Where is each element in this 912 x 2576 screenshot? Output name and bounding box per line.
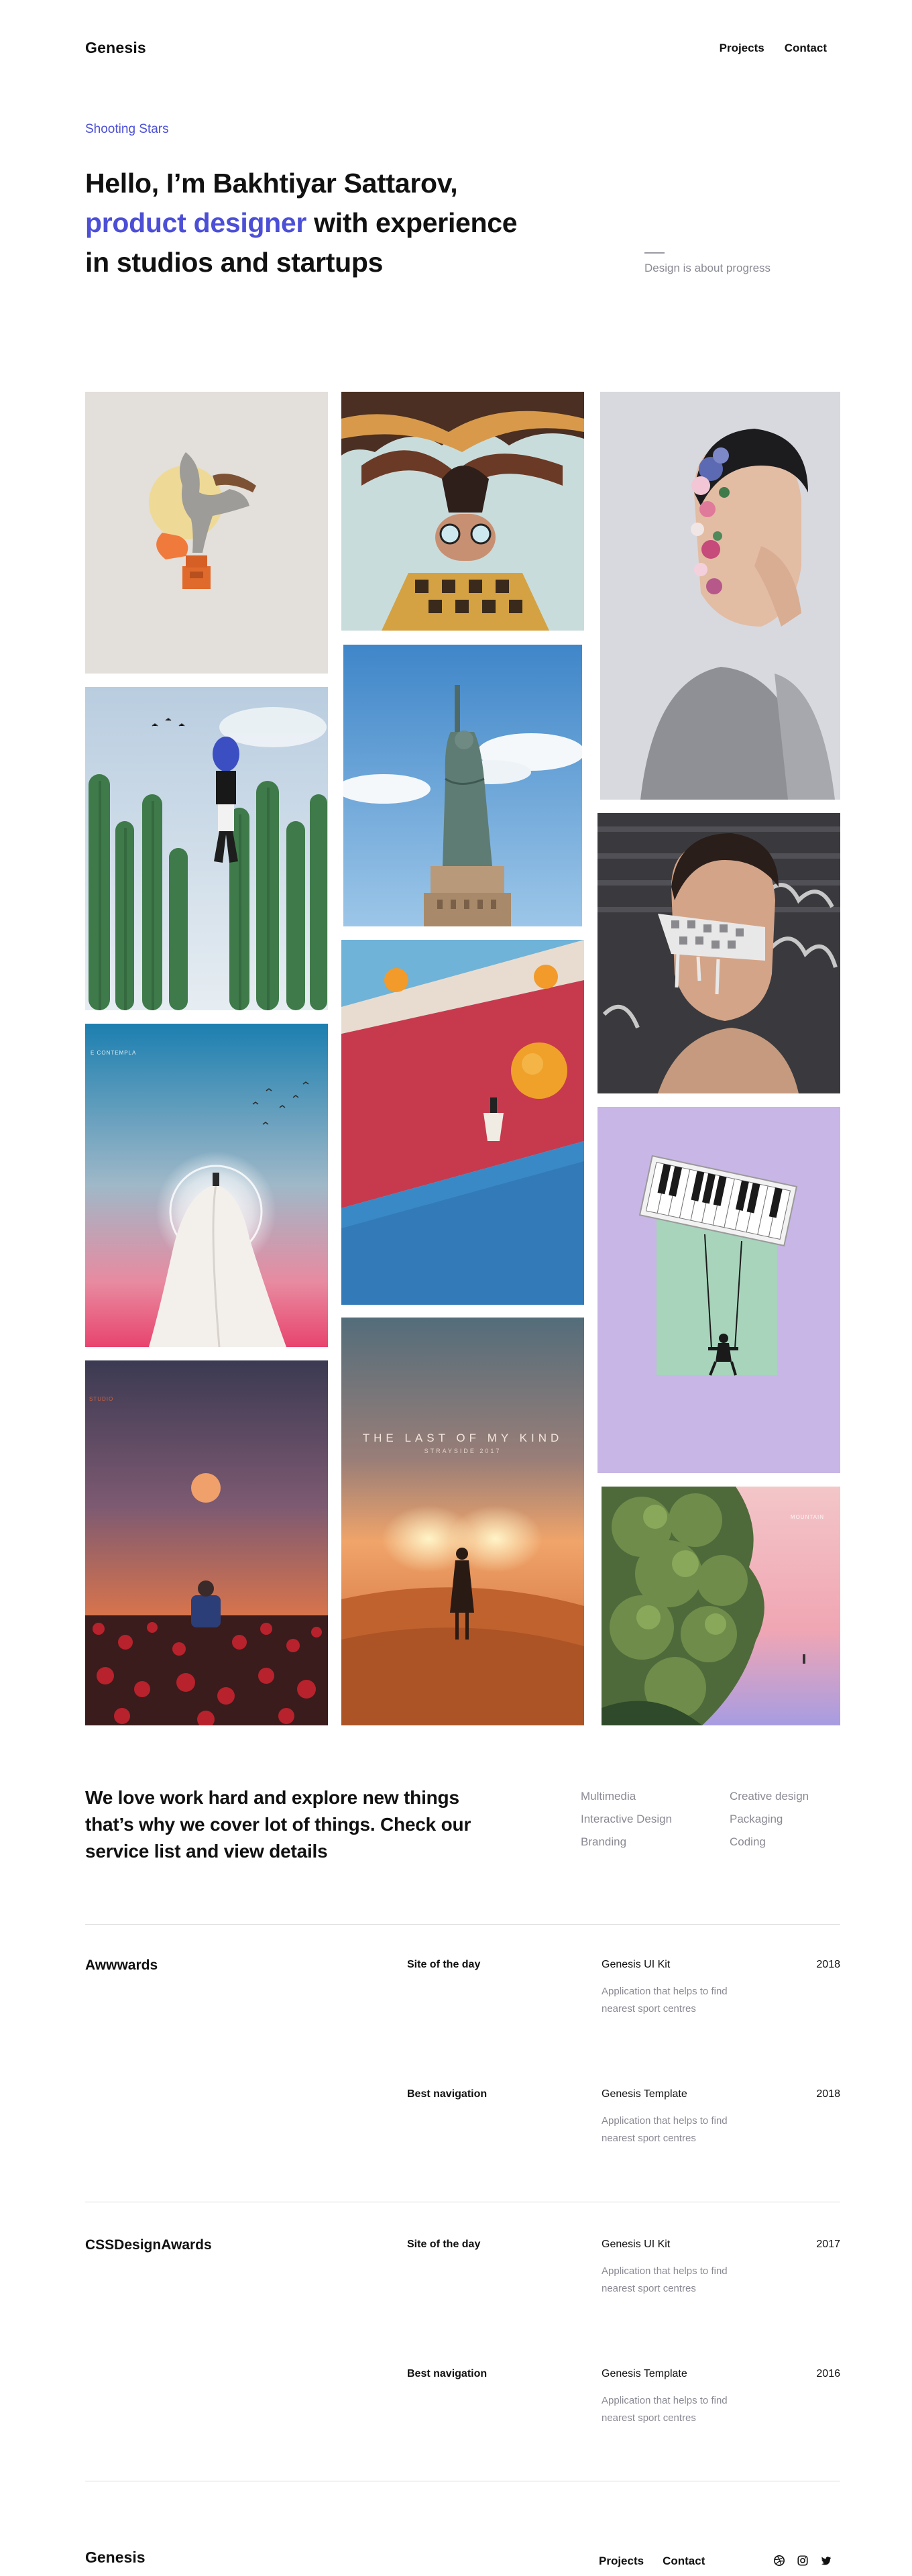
site-header: Genesis Projects Contact [0,0,912,94]
project-tile-tree-island[interactable]: MOUNTAIN [602,1487,840,1725]
project-tile-ghost[interactable]: E CONTEMPLA [85,1024,328,1347]
award-project[interactable]: Genesis Template [602,2088,687,2100]
twitter-icon[interactable] [819,2553,834,2568]
hero-title-rest: with experience [306,207,518,238]
tagline-rule [644,252,665,254]
divider [85,1924,840,1925]
award-category: Site of the day [407,2239,481,2250]
award-org-awwwards: Awwwards [85,1957,158,1973]
project-tile-flowers-face[interactable] [600,392,840,800]
service-item-branding[interactable]: Branding [581,1834,730,1850]
project-gallery: E CONTEMPLA STUDIO THE LAST OF MY KIND S… [85,392,840,1733]
award-project[interactable]: Genesis UI Kit [602,2239,670,2251]
services-list: Multimedia Creative design Interactive D… [581,1788,864,1850]
project-tile-cactus[interactable] [85,687,328,1010]
award-entry: Best navigation Genesis Template Applica… [407,2088,840,2144]
award-project[interactable]: Genesis UI Kit [602,1959,670,1971]
project-tile-liberty[interactable] [343,645,582,926]
service-item-coding[interactable]: Coding [730,1834,864,1850]
poster-title: THE LAST OF MY KIND [362,1432,563,1444]
piano-swing-image [597,1107,840,1473]
sculpture-collage-image [85,392,328,674]
tree-island-image [602,1487,840,1725]
award-category: Best navigation [407,2368,488,2379]
nav-contact[interactable]: Contact [785,42,827,55]
nav-projects[interactable]: Projects [720,42,764,55]
dribbble-icon[interactable] [772,2553,787,2568]
project-tile-sculpture[interactable] [85,392,328,674]
services-description: We love work hard and explore new things… [85,1787,471,1862]
ghost-sunset-image [85,1024,328,1347]
award-year: 2016 [816,2368,840,2379]
project-tile-desert[interactable]: THE LAST OF MY KIND STRAYSIDE 2017 [341,1318,584,1725]
footer-nav-contact[interactable]: Contact [663,2555,705,2568]
award-project[interactable]: Genesis Template [602,2368,687,2380]
award-description: Application that helps to find nearest s… [602,1986,728,2015]
tagline-text: Design is about progress [644,262,771,274]
hero-title-highlight: product designer [85,207,307,238]
award-year: 2017 [816,2239,840,2250]
footer-nav-projects[interactable]: Projects [599,2555,644,2568]
hero-title-line-3: in studios and startups [85,247,384,278]
colorful-hair-portrait-image [341,392,584,631]
award-entry: Best navigation Genesis Template Applica… [407,2368,840,2424]
statue-of-liberty-image [343,645,582,926]
award-description: Application that helps to find nearest s… [602,2265,728,2294]
surreal-spheres-image [341,940,584,1305]
award-year: 2018 [816,2088,840,2100]
service-item-interactive-design[interactable]: Interactive Design [581,1811,730,1827]
desert-sunset-image [341,1318,584,1725]
footer-logo[interactable]: Genesis [85,2548,146,2567]
instagram-icon[interactable] [795,2553,810,2568]
award-description: Application that helps to find nearest s… [602,2115,728,2144]
award-category: Site of the day [407,1959,481,1970]
flowers-face-portrait-image [600,392,840,800]
project-tile-spheres[interactable] [341,940,584,1305]
award-org-cssdesignawards: CSSDesignAwards [85,2237,212,2253]
award-category: Best navigation [407,2088,488,2100]
main-nav: Projects Contact [720,42,827,55]
service-item-packaging[interactable]: Packaging [730,1811,864,1827]
logo[interactable]: Genesis [85,39,146,57]
project-tile-flower-field[interactable]: STUDIO [85,1360,328,1725]
corner-label-mountain: MOUNTAIN [790,1514,824,1520]
graffiti-portrait-image [597,813,840,1093]
flower-field-sunset-image [85,1360,328,1725]
hero-eyebrow: Shooting Stars [85,122,169,136]
corner-label: E CONTEMPLA [91,1050,137,1056]
project-tile-graffiti[interactable] [597,813,840,1093]
cactus-balloon-image [85,687,328,1010]
award-entry: Site of the day Genesis UI Kit Applicati… [407,2239,840,2294]
corner-label-studio: STUDIO [89,1396,114,1402]
service-item-creative-design[interactable]: Creative design [730,1788,864,1805]
hero-title: Hello, I’m Bakhtiyar Sattarov, product d… [85,164,555,282]
award-entry: Site of the day Genesis UI Kit Applicati… [407,1959,840,2015]
award-description: Application that helps to find nearest s… [602,2395,728,2424]
project-tile-colorful-hair[interactable] [341,392,584,631]
hero-title-line-1: Hello, I’m Bakhtiyar Sattarov, [85,168,458,199]
tagline: Design is about progress [644,252,771,275]
footer-nav: Projects Contact [599,2555,705,2568]
service-item-multimedia[interactable]: Multimedia [581,1788,730,1805]
project-tile-piano[interactable] [597,1107,840,1473]
poster-subtitle: STRAYSIDE 2017 [424,1448,502,1454]
award-year: 2018 [816,1959,840,1970]
